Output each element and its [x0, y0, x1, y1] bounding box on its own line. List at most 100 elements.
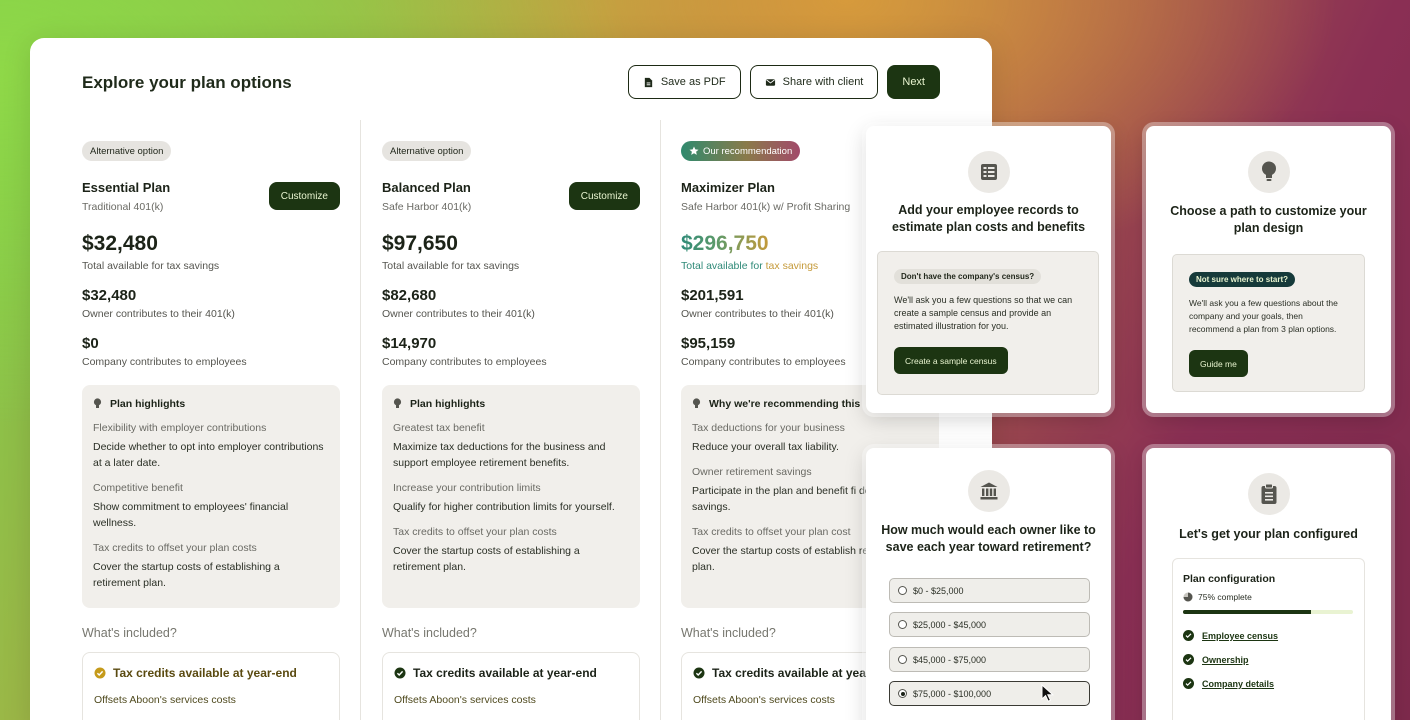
savings-option-selected[interactable]: $75,000 - $100,000	[889, 681, 1090, 706]
company-label: Company contributes to employees	[82, 356, 247, 368]
savings-card-title: How much would each owner like to save e…	[881, 523, 1096, 554]
header-actions: Save as PDF Share with client Next	[627, 65, 940, 99]
config-step-label: Ownership	[1202, 654, 1249, 665]
savings-option-label: $45,000 - $75,000	[913, 654, 987, 665]
clipboard-icon	[1261, 483, 1276, 504]
config-step-company-details[interactable]: Company details	[1183, 678, 1354, 689]
savings-option[interactable]: $0 - $25,000	[889, 578, 1090, 603]
company-amount: $14,970	[382, 335, 437, 352]
savings-option[interactable]: $45,000 - $75,000	[889, 647, 1090, 672]
customize-button[interactable]: Customize	[268, 182, 340, 210]
progress-bar	[1183, 610, 1353, 614]
highlight-title: Tax credits to offset your plan costs	[93, 542, 257, 554]
lightbulb-icon-circle	[1247, 151, 1290, 193]
company-label: Company contributes to employees	[681, 356, 846, 368]
lightbulb-icon	[692, 398, 701, 408]
savings-option-label: $75,000 - $100,000	[913, 688, 992, 699]
path-pill: Not sure where to start?	[1189, 272, 1296, 287]
config-step-ownership[interactable]: Ownership	[1183, 654, 1354, 665]
customize-button[interactable]: Customize	[568, 182, 640, 210]
highlight-item: Competitive benefit Show commitment to e…	[93, 482, 329, 531]
check-circle-icon	[1183, 654, 1194, 665]
envelope-icon	[765, 78, 775, 86]
lightbulb-icon	[393, 398, 402, 408]
plan-type: Safe Harbor 401(k)	[382, 201, 472, 213]
owner-amount: $32,480	[82, 287, 137, 304]
plan-badge: Alternative option	[82, 141, 172, 161]
progress-bar-fill	[1183, 610, 1311, 614]
plan-configuration-title: Plan configuration	[1183, 573, 1276, 585]
check-circle-icon	[394, 667, 406, 679]
share-with-client-label: Share with client	[782, 76, 864, 88]
plan-highlights: Plan highlights Greatest tax benefit Max…	[382, 385, 640, 608]
file-icon	[644, 77, 653, 87]
plan-name: Essential Plan	[82, 180, 171, 195]
whats-included-heading: What's included?	[82, 626, 177, 640]
config-step-label: Company details	[1202, 678, 1275, 689]
total-label-part: Total available for	[681, 260, 766, 272]
census-pill: Don't have the company's census?	[894, 269, 1042, 284]
plan-configuration-box: Plan configuration 75% complete Employee…	[1172, 558, 1365, 720]
whats-included-heading: What's included?	[681, 626, 776, 640]
share-with-client-button[interactable]: Share with client	[749, 65, 879, 99]
highlight-title: Increase your contribution limits	[393, 482, 541, 494]
create-sample-census-button[interactable]: Create a sample census	[894, 347, 1008, 374]
total-label: Total available for tax savings	[82, 260, 220, 272]
owner-amount: $201,591	[681, 287, 744, 304]
highlight-desc: Maximize tax deductions for the business…	[393, 441, 606, 469]
path-card-title: Choose a path to customize your plan des…	[1170, 204, 1367, 235]
owner-label: Owner contributes to their 401(k)	[681, 308, 834, 320]
progress-status: 75% complete	[1183, 592, 1354, 602]
total-label-highlight: tax savings	[765, 260, 819, 272]
savings-question-card: How much would each owner like to save e…	[866, 448, 1111, 720]
savings-option[interactable]: $25,000 - $45,000	[889, 612, 1090, 637]
included-item-title: Tax credits available at year-end	[94, 666, 328, 680]
highlights-title: Why we're recommending this	[709, 398, 861, 410]
next-button[interactable]: Next	[887, 65, 940, 99]
plan-type: Traditional 401(k)	[82, 201, 164, 213]
owner-amount: $82,680	[382, 287, 437, 304]
plan-highlights: Plan highlights Flexibility with employe…	[82, 385, 340, 608]
total-label: Total available for tax savings	[681, 260, 818, 272]
included-item-label: Tax credits available at yea	[712, 666, 866, 680]
savings-option-label: $25,000 - $45,000	[913, 619, 987, 630]
total-amount: $296,750	[681, 232, 769, 255]
table-icon-circle	[967, 151, 1010, 193]
highlight-title: Tax credits to offset your plan costs	[393, 526, 557, 538]
check-circle-icon	[1183, 630, 1194, 641]
census-inner-box: Don't have the company's census? We'll a…	[877, 251, 1099, 395]
highlight-desc: Cover the startup costs of establishing …	[393, 545, 580, 573]
check-circle-icon	[1183, 678, 1194, 689]
clipboard-icon-circle	[1247, 473, 1290, 515]
highlights-header: Plan highlights	[93, 398, 329, 410]
savings-option-label: $0 - $25,000	[913, 585, 964, 596]
highlight-title: Tax deductions for your business	[692, 422, 845, 434]
lightbulb-icon	[93, 398, 102, 408]
included-item-title: Tax credits available at year-end	[394, 666, 628, 680]
plan-type: Safe Harbor 401(k) w/ Profit Sharing	[681, 201, 851, 213]
column-divider	[360, 120, 361, 720]
save-as-pdf-button[interactable]: Save as PDF	[627, 65, 741, 99]
total-amount: $97,650	[382, 232, 458, 255]
census-card-title: Add your employee records to estimate pl…	[891, 203, 1086, 234]
highlight-title: Competitive benefit	[93, 482, 183, 494]
check-circle-icon	[693, 667, 705, 679]
total-label: Total available for tax savings	[382, 260, 520, 272]
highlight-item: Flexibility with employer contributions …	[93, 422, 329, 471]
census-text: We'll ask you a few questions so that we…	[894, 295, 1073, 331]
star-icon	[689, 146, 699, 155]
progress-label: 75% complete	[1198, 592, 1252, 602]
path-text: We'll ask you a few questions about the …	[1189, 298, 1338, 334]
highlight-item: Greatest tax benefit Maximize tax deduct…	[393, 422, 629, 471]
highlight-item: Increase your contribution limits Qualif…	[393, 482, 629, 515]
path-inner-box: Not sure where to start? We'll ask you a…	[1172, 254, 1365, 392]
included-item-label: Tax credits available at year-end	[113, 666, 297, 680]
highlight-desc: Show commitment to employees' financial …	[93, 501, 289, 529]
highlight-item: Tax credits to offset your plan costs Co…	[93, 542, 329, 591]
owner-label: Owner contributes to their 401(k)	[82, 308, 235, 320]
owner-label: Owner contributes to their 401(k)	[382, 308, 535, 320]
recommendation-badge: Our recommendation	[681, 141, 801, 161]
config-step-employee-census[interactable]: Employee census	[1183, 630, 1354, 641]
guide-me-button[interactable]: Guide me	[1189, 350, 1248, 377]
highlights-header: Plan highlights	[393, 398, 629, 410]
